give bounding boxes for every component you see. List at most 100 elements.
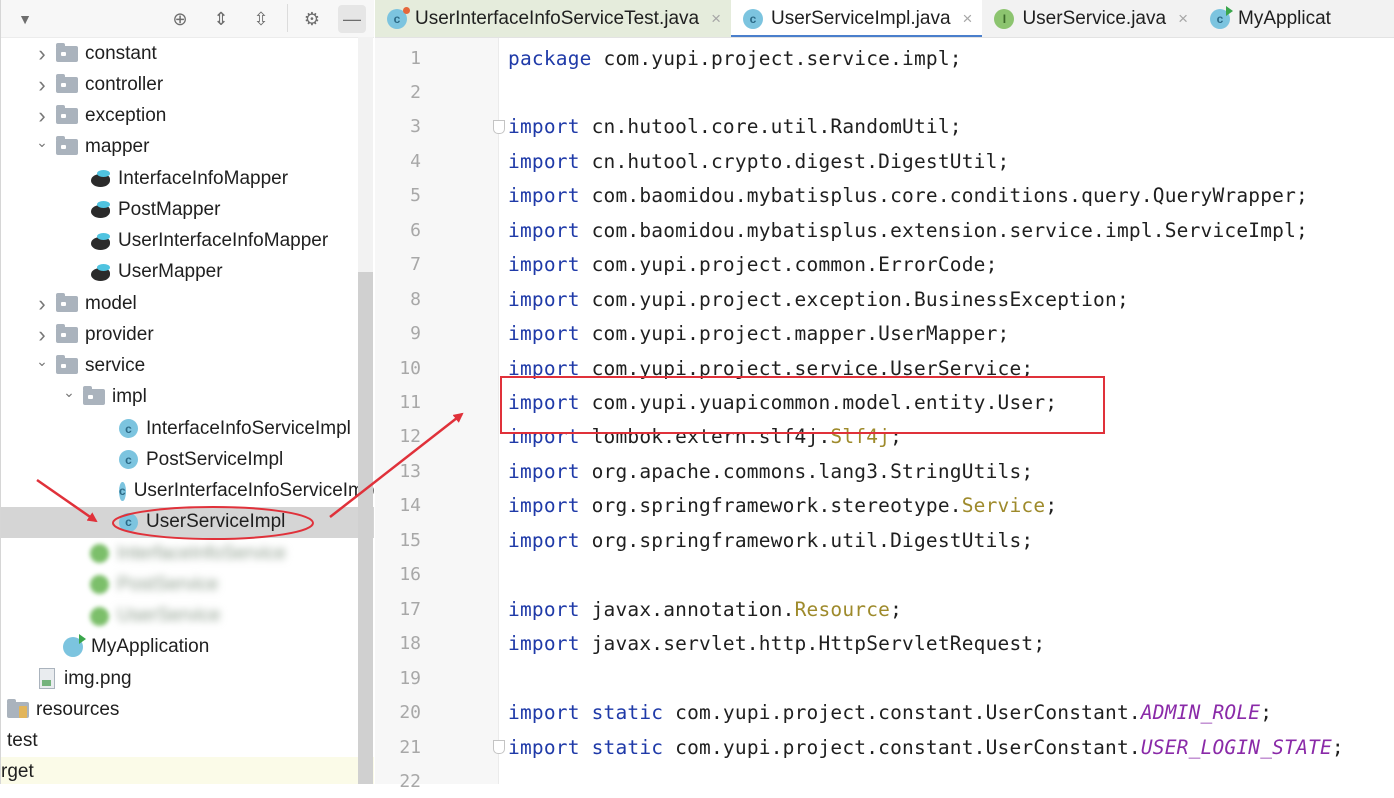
code-line[interactable]: 4 import cn.hutool.crypto.digest.DigestUt…: [375, 144, 1394, 178]
code-line[interactable]: 17 import javax.annotation.Resource;: [375, 592, 1394, 626]
hide-icon[interactable]: —: [338, 5, 366, 33]
tree-item-provider[interactable]: › provider: [1, 319, 358, 350]
editor-tabs: c UserInterfaceInfoServiceTest.java × c User…: [375, 0, 1394, 38]
tree-item-test[interactable]: test: [1, 726, 358, 757]
tree-item-constant[interactable]: › constant: [1, 38, 358, 69]
line-number: 13: [399, 460, 421, 482]
tree-item-controller[interactable]: › controller: [1, 69, 358, 100]
tree-item-usermapper[interactable]: UserMapper: [1, 257, 358, 288]
line-number: 20: [399, 702, 421, 724]
code-line[interactable]: 11 import com.yupi.yuapicommon.model.enti…: [375, 386, 1394, 420]
locate-icon[interactable]: ⊕: [166, 5, 194, 33]
code-token: com.yupi.project.service.UserService;: [579, 356, 1034, 380]
code-line[interactable]: 15 import org.springframework.util.Digest…: [375, 523, 1394, 557]
code-line[interactable]: 22: [375, 764, 1394, 798]
keyword-token: static: [591, 701, 664, 725]
chevron-right-icon[interactable]: ›: [34, 322, 50, 348]
constant-token: ADMIN_ROLE: [1140, 701, 1261, 725]
tree-item-img-png[interactable]: img.png: [1, 663, 358, 694]
chevron-down-icon[interactable]: ⌄: [34, 353, 50, 370]
fold-marker-icon[interactable]: [493, 740, 505, 754]
interface-icon: [90, 575, 109, 595]
chevron-right-icon[interactable]: ›: [34, 41, 50, 67]
code-text: import lombok.extern.slf4j.Slf4j;: [508, 425, 902, 448]
code-text: import com.baomidou.mybatisplus.core.con…: [508, 184, 1308, 207]
tree-item-postmapper[interactable]: PostMapper: [1, 194, 358, 225]
tree-item-interfaceinfomapper[interactable]: InterfaceInfoMapper: [1, 163, 358, 194]
tree-item-myapplication[interactable]: MyApplication: [1, 632, 358, 663]
tree-item-postservice[interactable]: PostService: [1, 569, 358, 600]
tree-item-userinterfaceinfomapper[interactable]: UserInterfaceInfoMapper: [1, 226, 358, 257]
code-line[interactable]: 13 import org.apache.commons.lang3.String…: [375, 454, 1394, 488]
collapse-all-icon[interactable]: ⇳: [247, 5, 275, 33]
code-line[interactable]: 20 import static com.yupi.project.constan…: [375, 696, 1394, 730]
project-scrollbar-thumb[interactable]: [358, 272, 373, 784]
tree-item-mapper[interactable]: ⌄ mapper: [1, 132, 358, 163]
close-tab-icon[interactable]: ×: [1178, 9, 1188, 29]
tab-myapplicat[interactable]: c MyApplicat: [1198, 0, 1341, 37]
tree-item-resources[interactable]: resources: [1, 694, 358, 725]
code-line[interactable]: 18 import javax.servlet.http.HttpServletR…: [375, 627, 1394, 661]
tree-item-label: InterfaceInfoService: [117, 542, 286, 564]
tree-item-rget[interactable]: rget: [1, 756, 374, 784]
code-line[interactable]: 12 import lombok.extern.slf4j.Slf4j;: [375, 420, 1394, 454]
code-line[interactable]: 5 import com.baomidou.mybatisplus.core.co…: [375, 179, 1394, 213]
code-line[interactable]: 1 package com.yupi.project.service.impl;: [375, 41, 1394, 75]
tree-item-exception[interactable]: › exception: [1, 101, 358, 132]
keyword-token: import: [508, 701, 580, 725]
close-tab-icon[interactable]: ×: [711, 9, 721, 29]
code-line[interactable]: 7 import com.yupi.project.common.ErrorCod…: [375, 248, 1394, 282]
fold-marker-icon[interactable]: [493, 119, 505, 134]
editor: c UserInterfaceInfoServiceTest.java × c User…: [375, 0, 1394, 792]
tab-userserviceimpl-java[interactable]: c UserServiceImpl.java ×: [731, 0, 983, 37]
tree-item-model[interactable]: › model: [1, 288, 358, 319]
folder-icon: [56, 105, 78, 124]
code-line[interactable]: 9 import com.yupi.project.mapper.UserMapp…: [375, 317, 1394, 351]
tree-item-label: constant: [85, 42, 157, 64]
line-number: 21: [399, 736, 421, 758]
code-line[interactable]: 8 import com.yupi.project.exception.Busin…: [375, 282, 1394, 316]
class-icon: c: [119, 419, 138, 438]
tree-item-label: UserService: [117, 605, 221, 626]
code-token: com.baomidou.mybatisplus.extension.servi…: [579, 218, 1308, 242]
code-line[interactable]: 2: [375, 75, 1394, 109]
tree-item-userserviceimpl[interactable]: c UserServiceImpl: [1, 506, 374, 538]
code-line[interactable]: 10 import com.yupi.project.service.UserSe…: [375, 351, 1394, 385]
tree-item-postserviceimpl[interactable]: c PostServiceImpl: [1, 444, 358, 475]
code-line[interactable]: 16: [375, 558, 1394, 592]
tree-item-label: provider: [85, 323, 154, 345]
tree-item-label: UserMapper: [118, 261, 223, 283]
tab-userinterfaceinfoservicetest-java[interactable]: c UserInterfaceInfoServiceTest.java ×: [375, 0, 732, 37]
chevron-down-icon[interactable]: ⌄: [61, 384, 77, 401]
close-tab-icon[interactable]: ×: [963, 9, 973, 29]
keyword-token: static: [591, 735, 664, 759]
tab-userservice-java[interactable]: I UserService.java ×: [982, 0, 1198, 37]
code-line[interactable]: 21 import static com.yupi.project.constan…: [375, 730, 1394, 764]
tree-item-interfaceinfoserviceimpl[interactable]: c InterfaceInfoServiceImpl: [1, 413, 358, 444]
keyword-token: import: [508, 218, 580, 242]
code-text: import cn.hutool.core.util.RandomUtil;: [508, 115, 962, 138]
tree-item-userservice[interactable]: UserService: [1, 601, 358, 632]
code-token: cn.hutool.crypto.digest.DigestUtil;: [579, 149, 1010, 173]
tree-item-userinterfaceinfoserviceimpl[interactable]: c UserInterfaceInfoServiceImpl: [1, 476, 374, 507]
code-line[interactable]: 19: [375, 661, 1394, 695]
gear-icon[interactable]: ⚙: [298, 5, 326, 33]
chevron-right-icon[interactable]: ›: [34, 103, 50, 129]
code-line[interactable]: 14 import org.springframework.stereotype.…: [375, 489, 1394, 523]
expand-all-icon[interactable]: ⇕: [207, 5, 235, 33]
folder-icon: [56, 355, 78, 374]
tree-item-impl[interactable]: ⌄ impl: [1, 382, 358, 413]
chevron-down-icon[interactable]: ⌄: [34, 134, 50, 151]
chevron-right-icon[interactable]: ›: [34, 291, 50, 317]
keyword-token: import: [508, 494, 580, 518]
tree-item-label: exception: [85, 105, 167, 126]
code-line[interactable]: 6 import com.baomidou.mybatisplus.extensi…: [375, 213, 1394, 247]
code-line[interactable]: 3 import cn.hutool.core.util.RandomUtil;: [375, 110, 1394, 144]
keyword-token: import: [508, 735, 580, 759]
chevron-right-icon[interactable]: ›: [34, 72, 50, 98]
code-token: org.apache.commons.lang3.StringUtils;: [579, 459, 1034, 483]
chevron-down-icon[interactable]: ▼: [11, 5, 39, 33]
tree-item-service[interactable]: ⌄ service: [1, 351, 358, 382]
tree-item-interfaceinfoservice[interactable]: InterfaceInfoService: [1, 538, 358, 569]
